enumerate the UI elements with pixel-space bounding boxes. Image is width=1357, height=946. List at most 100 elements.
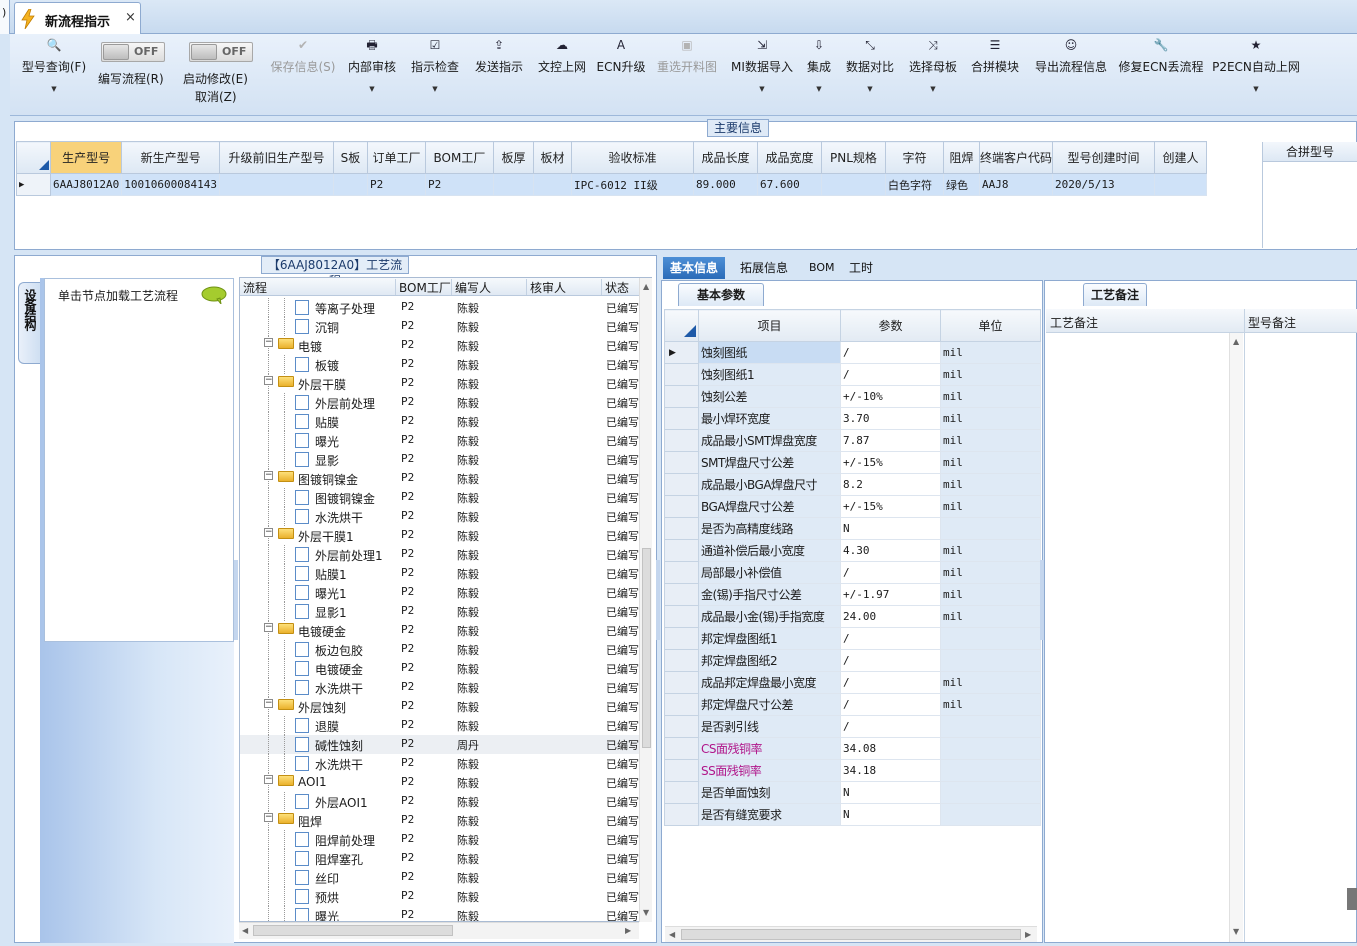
main-cell-16[interactable]: 2020/5/13: [1051, 173, 1155, 196]
tab-close-icon[interactable]: ×: [125, 10, 136, 25]
main-col-11[interactable]: 成品宽度: [756, 141, 822, 174]
flow-step-row[interactable]: 外层AOI1 P2 陈毅 已编写: [240, 792, 640, 811]
flow-group-row[interactable]: − 图镀铜镍金 P2 陈毅 已编写: [240, 469, 640, 488]
collapse-icon[interactable]: −: [264, 623, 273, 632]
param-row[interactable]: 是否有缝宽要求 N: [664, 803, 1041, 826]
ribbon-button-16[interactable]: ★ P2ECN自动上网 ▼: [1210, 34, 1302, 116]
flow-step-row[interactable]: 贴膜1 P2 陈毅 已编写: [240, 564, 640, 583]
flow-step-row[interactable]: 显影1 P2 陈毅 已编写: [240, 602, 640, 621]
main-col-15[interactable]: 终端客户代码: [978, 141, 1053, 174]
main-col-7[interactable]: 板厚: [492, 141, 534, 174]
flow-step-row[interactable]: 退膜 P2 陈毅 已编写: [240, 716, 640, 735]
start-modify-toggle[interactable]: OFF: [189, 42, 253, 62]
param-value[interactable]: 24.00: [840, 605, 941, 628]
main-cell-4[interactable]: [332, 173, 368, 196]
flow-step-row[interactable]: 曝光 P2 陈毅 已编写: [240, 431, 640, 450]
collapse-icon[interactable]: −: [264, 775, 273, 784]
dropdown-arrow-icon[interactable]: ▼: [1210, 85, 1302, 93]
param-value[interactable]: N: [840, 803, 941, 826]
param-row[interactable]: BGA焊盘尺寸公差 +/-15% mil: [664, 495, 1041, 518]
ribbon-button-8[interactable]: ▣ 重选开料图: [652, 34, 722, 116]
param-row[interactable]: 蚀刻图纸1/mil: [664, 363, 1041, 386]
ribbon-button-10[interactable]: ⇩ 集成 ▼: [798, 34, 840, 116]
collapse-icon[interactable]: −: [264, 699, 273, 708]
flow-step-row[interactable]: 贴膜 P2 陈毅 已编写: [240, 412, 640, 431]
flow-tree-grid[interactable]: 流程 BOM工厂 编写人 核审人 状态 等离子处理 P2 陈毅 已编写 沉铜 P2 陈毅 已编…: [239, 277, 652, 922]
param-value[interactable]: N: [840, 517, 941, 540]
main-col-12[interactable]: PNL规格: [820, 141, 886, 174]
tab-work-hours[interactable]: 工时: [842, 257, 880, 279]
flow-step-row[interactable]: 碱性蚀刻 P2 周丹 已编写: [240, 735, 640, 754]
ribbon-button-7[interactable]: A ECN升级: [594, 34, 648, 116]
flow-group-row[interactable]: − 外层干膜 P2 陈毅 已编写: [240, 374, 640, 393]
remarks-vscroll[interactable]: ▲ ▼: [1229, 333, 1243, 942]
param-value[interactable]: /: [840, 363, 941, 386]
ribbon-button-15[interactable]: 🔧 修复ECN丢流程: [1116, 34, 1206, 116]
main-cell-5[interactable]: P2: [366, 173, 426, 196]
param-value[interactable]: /: [840, 341, 941, 364]
main-col-16[interactable]: 型号创建时间: [1051, 141, 1155, 174]
param-row[interactable]: 邦定焊盘尺寸公差 / mil: [664, 693, 1041, 716]
process-remarks-input[interactable]: [1046, 334, 1228, 941]
flow-step-row[interactable]: 沉铜 P2 陈毅 已编写: [240, 317, 640, 336]
collapse-icon[interactable]: −: [264, 338, 273, 347]
main-col-5[interactable]: 订单工厂: [366, 141, 426, 174]
params-col-item[interactable]: 项目: [698, 309, 841, 342]
dropdown-arrow-icon[interactable]: ▼: [14, 85, 94, 93]
main-col-13[interactable]: 字符: [884, 141, 944, 174]
param-value[interactable]: /: [840, 671, 941, 694]
device-tree[interactable]: 单击节点加载工艺流程: [44, 278, 234, 642]
flow-step-row[interactable]: 阻焊前处理 P2 陈毅 已编写: [240, 830, 640, 849]
flow-group-row[interactable]: − AOI1 P2 陈毅 已编写: [240, 773, 640, 792]
param-row[interactable]: 蚀刻公差 +/-10% mil: [664, 385, 1041, 408]
collapse-icon[interactable]: −: [264, 813, 273, 822]
flow-group-row[interactable]: − 阻焊 P2 陈毅 已编写: [240, 811, 640, 830]
params-col-value[interactable]: 参数: [840, 309, 941, 342]
param-row[interactable]: 通道补偿后最小宽度 4.30 mil: [664, 539, 1041, 562]
flow-step-row[interactable]: 外层前处理1 P2 陈毅 已编写: [240, 545, 640, 564]
flow-col-writer[interactable]: 编写人: [452, 279, 527, 295]
write-flow-toggle[interactable]: OFF: [101, 42, 165, 62]
param-value[interactable]: /: [840, 693, 941, 716]
window-resize-grip[interactable]: [1347, 888, 1357, 910]
param-row[interactable]: 是否剥引线 /: [664, 715, 1041, 738]
param-row[interactable]: 成品最小金(锡)手指宽度 24.00 mil: [664, 605, 1041, 628]
tab-extended-info[interactable]: 拓展信息: [733, 257, 795, 279]
ribbon-button-14[interactable]: ☺ 导出流程信息: [1030, 34, 1112, 116]
flow-group-row[interactable]: − 电镀硬金 P2 陈毅 已编写: [240, 621, 640, 640]
flow-step-row[interactable]: 外层前处理 P2 陈毅 已编写: [240, 393, 640, 412]
param-row[interactable]: 成品邦定焊盘最小宽度 / mil: [664, 671, 1041, 694]
model-remarks-input[interactable]: [1246, 334, 1356, 941]
main-cell-11[interactable]: 67.600: [756, 173, 822, 196]
main-col-4[interactable]: S板: [332, 141, 368, 174]
tab-basic-params[interactable]: 基本参数: [678, 283, 764, 306]
params-hscroll[interactable]: ◀ ▶: [665, 926, 1037, 942]
flow-col-reviewer[interactable]: 核审人: [527, 279, 602, 295]
scroll-left-icon[interactable]: ◀: [669, 930, 675, 939]
main-cell-3[interactable]: [218, 173, 334, 196]
param-value[interactable]: +/-10%: [840, 385, 941, 408]
dropdown-arrow-icon[interactable]: ▼: [726, 85, 798, 93]
main-cell-8[interactable]: [532, 173, 572, 196]
main-col-1[interactable]: 生产型号: [49, 141, 123, 174]
ribbon-button-13[interactable]: ☰ 合拼模块: [966, 34, 1024, 116]
tab-new-process[interactable]: 新流程指示 ×: [14, 2, 141, 34]
param-row[interactable]: 成品最小SMT焊盘宽度 7.87 mil: [664, 429, 1041, 452]
main-col-10[interactable]: 成品长度: [692, 141, 758, 174]
center-splitter[interactable]: [656, 560, 660, 640]
flow-group-row[interactable]: − 外层干膜1 P2 陈毅 已编写: [240, 526, 640, 545]
param-value[interactable]: /: [840, 627, 941, 650]
flow-step-row[interactable]: 曝光1 P2 陈毅 已编写: [240, 583, 640, 602]
flow-col-status[interactable]: 状态: [602, 279, 642, 295]
scroll-up-icon[interactable]: ▲: [1233, 337, 1239, 346]
main-col-3[interactable]: 升级前旧生产型号: [218, 141, 334, 174]
main-col-14[interactable]: 阻焊: [942, 141, 980, 174]
scroll-right-icon[interactable]: ▶: [1025, 930, 1031, 939]
ribbon-button-6[interactable]: ☁ 文控上网: [531, 34, 593, 116]
flow-col-bom[interactable]: BOM工厂: [396, 279, 452, 295]
flow-vscroll-thumb[interactable]: [642, 548, 651, 748]
param-value[interactable]: +/-1.97: [840, 583, 941, 606]
param-row[interactable]: 最小焊环宽度 3.70 mil: [664, 407, 1041, 430]
param-row[interactable]: CS面残铜率 34.08: [664, 737, 1041, 760]
ribbon-button-2[interactable]: ✔ 保存信息(S): [262, 34, 344, 116]
